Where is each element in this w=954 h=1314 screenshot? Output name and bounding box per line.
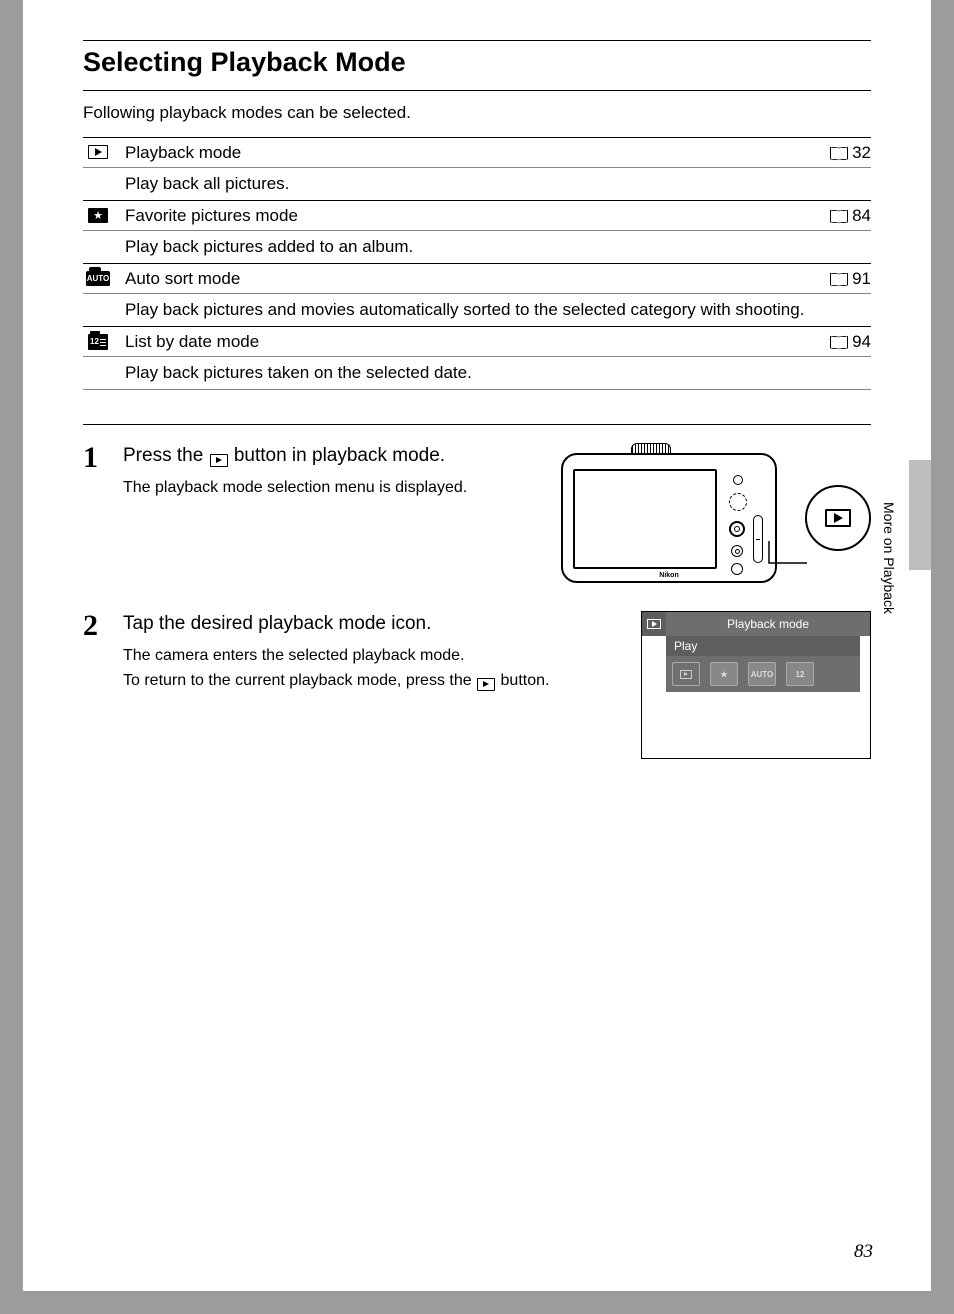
- step-paragraph: To return to the current playback mode, …: [123, 670, 623, 696]
- page-ref-number: 32: [852, 143, 871, 163]
- screen-mock: Playback mode Play ★ AUTO 12: [641, 611, 871, 759]
- step-para-post: button.: [496, 672, 549, 689]
- screen-date-mode-icon[interactable]: 12: [786, 662, 814, 686]
- callout-playback-button: [805, 485, 871, 551]
- book-icon: [830, 210, 848, 223]
- intro-text: Following playback modes can be selected…: [83, 91, 871, 137]
- step-para-pre: To return to the current playback mode, …: [123, 672, 476, 689]
- step-heading: Tap the desired playback mode icon.: [123, 611, 623, 645]
- mode-desc: Play back pictures and movies automatica…: [83, 293, 871, 326]
- book-icon: [830, 147, 848, 160]
- step-number: 2: [83, 611, 123, 759]
- page-title: Selecting Playback Mode: [83, 41, 871, 90]
- side-tab: [909, 460, 931, 570]
- mode-row: AUTO Auto sort mode 91: [83, 263, 871, 293]
- mode-row: ★ Favorite pictures mode 84: [83, 200, 871, 230]
- step-heading: Press the button in playback mode.: [123, 443, 547, 477]
- mode-title: Playback mode: [113, 143, 801, 163]
- page-ref: 32: [801, 143, 871, 163]
- mode-title: Favorite pictures mode: [113, 206, 801, 226]
- mode-table: Playback mode 32 Play back all pictures.…: [83, 137, 871, 390]
- camera-brand: Nikon: [659, 572, 678, 579]
- page-ref-number: 94: [852, 332, 871, 352]
- screen-favorite-mode-icon[interactable]: ★: [710, 662, 738, 686]
- screen-icon-row: ★ AUTO 12: [666, 656, 860, 692]
- screen-auto-mode-icon[interactable]: AUTO: [748, 662, 776, 686]
- page-ref-number: 84: [852, 206, 871, 226]
- book-icon: [830, 273, 848, 286]
- screen-title: Playback mode: [666, 612, 870, 636]
- playback-mode-icon: [83, 143, 113, 159]
- page-number: 83: [854, 1241, 873, 1263]
- step-head-pre: Press the: [123, 445, 209, 466]
- mode-title: Auto sort mode: [113, 269, 801, 289]
- screen-play-icon: [642, 612, 666, 636]
- page-ref-number: 91: [852, 269, 871, 289]
- playback-button-icon: [210, 454, 228, 467]
- playback-button-icon: [477, 678, 495, 691]
- mode-row: Playback mode 32: [83, 137, 871, 167]
- book-icon: [830, 336, 848, 349]
- step-number: 1: [83, 443, 123, 593]
- auto-sort-mode-icon: AUTO: [83, 269, 113, 286]
- step-paragraph: The playback mode selection menu is disp…: [123, 477, 547, 503]
- step-1: 1 Press the button in playback mode. The…: [83, 425, 871, 593]
- mode-row: 12 List by date mode 94: [83, 326, 871, 356]
- screen-play-mode-icon[interactable]: [672, 662, 700, 686]
- mode-desc: Play back pictures taken on the selected…: [83, 356, 871, 390]
- mode-title: List by date mode: [113, 332, 801, 352]
- list-by-date-mode-icon: 12: [83, 332, 113, 350]
- step-paragraph: The camera enters the selected playback …: [123, 645, 623, 671]
- page-ref: 94: [801, 332, 871, 352]
- screen-subtitle: Play: [666, 636, 860, 656]
- mode-desc: Play back all pictures.: [83, 167, 871, 200]
- mode-desc: Play back pictures added to an album.: [83, 230, 871, 263]
- favorite-mode-icon: ★: [83, 206, 113, 223]
- page-ref: 84: [801, 206, 871, 226]
- page-ref: 91: [801, 269, 871, 289]
- step-2: 2 Tap the desired playback mode icon. Th…: [83, 593, 871, 759]
- section-label: More on Playback: [881, 502, 897, 614]
- playback-button-icon: [825, 509, 851, 527]
- camera-illustration: Nikon: [561, 443, 871, 593]
- step-head-post: button in playback mode.: [229, 445, 446, 466]
